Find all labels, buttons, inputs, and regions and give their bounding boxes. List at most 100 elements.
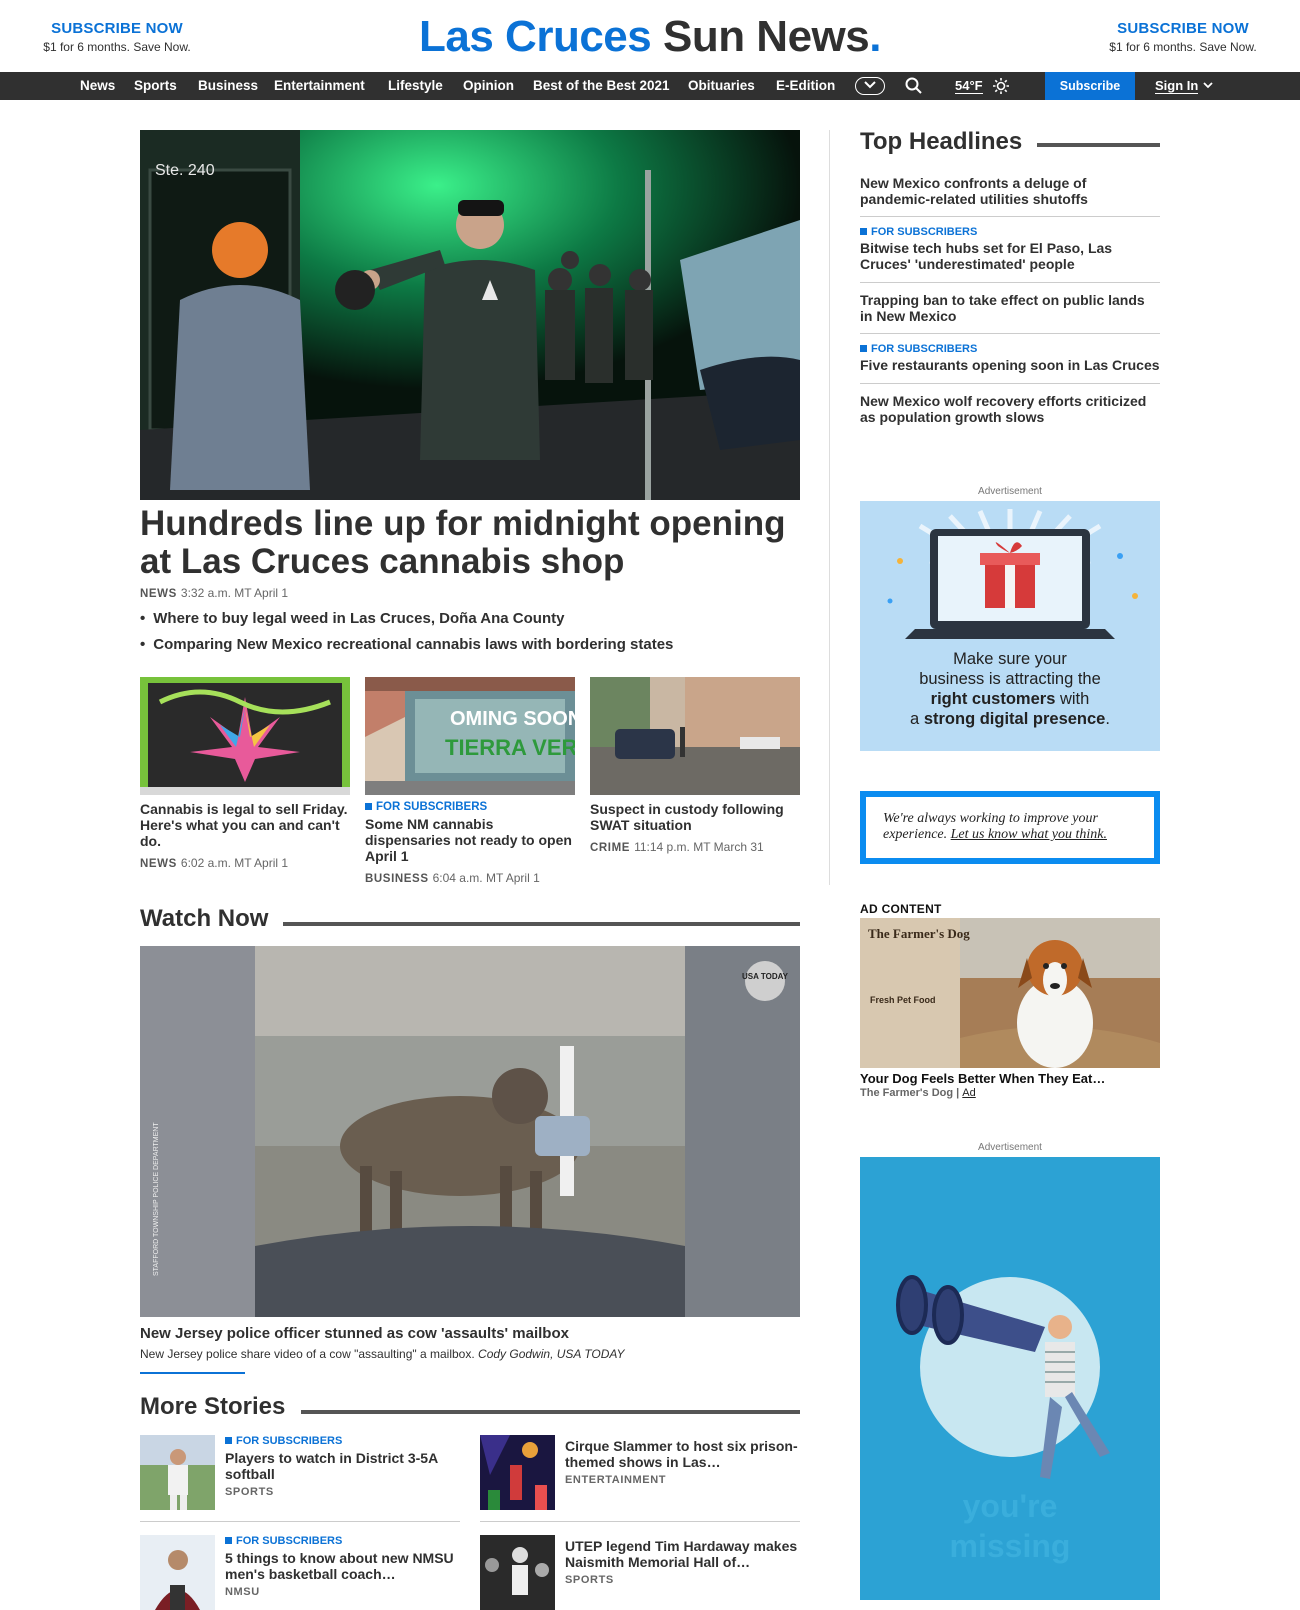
story-thumbnail[interactable] xyxy=(480,1535,555,1610)
ad-content-title[interactable]: Your Dog Feels Better When They Eat… xyxy=(860,1071,1160,1086)
nav-item-news[interactable]: News xyxy=(80,78,115,93)
story-thumbnail[interactable] xyxy=(590,677,800,795)
headline-separator xyxy=(860,383,1160,384)
story-title[interactable]: Some NM cannabis dispensaries not ready … xyxy=(365,816,575,864)
advertisement-banner[interactable]: you're missing xyxy=(860,1157,1160,1600)
video-credit: Cody Godwin, USA TODAY xyxy=(478,1347,625,1361)
story-category[interactable]: SPORTS xyxy=(225,1486,460,1498)
advertisement-label: Advertisement xyxy=(978,1142,1042,1153)
story-thumbnail[interactable]: OMING SOON TIERRA VERDES xyxy=(365,677,575,795)
related-link[interactable]: Comparing New Mexico recreational cannab… xyxy=(140,636,800,653)
sun-icon[interactable] xyxy=(992,77,1010,95)
sign-in-link[interactable]: Sign In xyxy=(1155,78,1199,94)
nav-item-e-edition[interactable]: E-Edition xyxy=(776,78,835,93)
section-rule xyxy=(283,922,800,926)
story-category[interactable]: NMSU xyxy=(225,1586,460,1598)
ad-content-label: AD CONTENT xyxy=(860,902,942,916)
feedback-link[interactable]: Let us know what you think. xyxy=(951,827,1107,842)
subscribe-promo-title[interactable]: SUBSCRIBE NOW xyxy=(1093,20,1273,37)
subscribe-promo-right[interactable]: SUBSCRIBE NOW $1 for 6 months. Save Now. xyxy=(1093,20,1273,54)
advertisement-copy: Make sure your business is attracting th… xyxy=(910,650,1110,728)
video-watermark: STAFFORD TOWNSHIP POLICE DEPARTMENT xyxy=(153,1122,160,1276)
story-tag[interactable]: BUSINESS xyxy=(365,873,429,885)
subscribe-promo-subtitle[interactable]: $1 for 6 months. Save Now. xyxy=(1093,40,1273,54)
nav-item-entertainment[interactable]: Entertainment xyxy=(274,78,380,93)
nav-item-opinion[interactable]: Opinion xyxy=(463,78,514,93)
watch-now-heading: Watch Now xyxy=(140,905,269,932)
section-rule xyxy=(301,1410,800,1414)
weather-temp[interactable]: 54°F xyxy=(955,78,983,94)
story-title[interactable]: Cannabis is legal to sell Friday. Here's… xyxy=(140,801,350,849)
story-card[interactable]: Cannabis is legal to sell Friday. Here's… xyxy=(140,677,350,870)
story-tag[interactable]: CRIME xyxy=(590,842,630,854)
subscribe-button[interactable]: Subscribe xyxy=(1045,72,1135,100)
nav-item-business[interactable]: Business xyxy=(198,78,258,93)
more-story-item[interactable]: UTEP legend Tim Hardaway makes Naismith … xyxy=(480,1535,800,1610)
video-caption: New Jersey police share video of a cow "… xyxy=(140,1347,625,1361)
hero-image[interactable]: Ste. 240 xyxy=(140,130,800,500)
hero-headline[interactable]: Hundreds line up for midnight opening at… xyxy=(140,505,800,581)
headline-title[interactable]: Five restaurants opening soon in Las Cru… xyxy=(860,357,1160,373)
subscriber-badge: FOR SUBSCRIBERS xyxy=(225,1435,460,1447)
pack-text: Fresh Pet Food xyxy=(870,995,936,1005)
story-card[interactable]: Suspect in custody following SWAT situat… xyxy=(590,677,800,854)
nav-item-obituaries[interactable]: Obituaries xyxy=(688,78,755,93)
advertisement-label: Advertisement xyxy=(978,486,1042,497)
headline-item[interactable]: New Mexico confronts a deluge of pandemi… xyxy=(860,175,1160,207)
more-story-item[interactable]: FOR SUBSCRIBERS 5 things to know about n… xyxy=(140,1535,460,1610)
headline-title[interactable]: Bitwise tech hubs set for El Paso, Las C… xyxy=(860,240,1160,272)
story-time: 6:04 a.m. MT April 1 xyxy=(432,871,540,885)
headline-title[interactable]: New Mexico wolf recovery efforts critici… xyxy=(860,393,1160,425)
subscriber-badge: FOR SUBSCRIBERS xyxy=(860,226,1160,238)
usa-today-badge: USA TODAY xyxy=(742,972,789,981)
advertisement-banner[interactable]: Make sure your business is attracting th… xyxy=(860,501,1160,751)
ad-link[interactable]: Ad xyxy=(962,1087,975,1099)
story-thumbnail[interactable] xyxy=(140,1535,215,1610)
related-link[interactable]: Where to buy legal weed in Las Cruces, D… xyxy=(140,610,800,627)
ad-content-image[interactable]: The Farmer's Dog Fresh Pet Food xyxy=(860,918,1160,1068)
column-divider xyxy=(829,130,830,885)
story-title[interactable]: Players to watch in District 3-5A softba… xyxy=(225,1450,460,1482)
headline-item[interactable]: New Mexico wolf recovery efforts critici… xyxy=(860,393,1160,425)
ad2-text: missing xyxy=(950,1528,1071,1564)
story-thumbnail[interactable] xyxy=(480,1435,555,1510)
headline-item[interactable]: Trapping ban to take effect on public la… xyxy=(860,292,1160,324)
nav-item-best-of[interactable]: Best of the Best 2021 xyxy=(533,78,678,93)
more-story-item[interactable]: Cirque Slammer to host six prison-themed… xyxy=(480,1435,800,1511)
story-time: 6:02 a.m. MT April 1 xyxy=(180,856,289,870)
nav-item-sports[interactable]: Sports xyxy=(134,78,177,93)
headline-title[interactable]: New Mexico confronts a deluge of pandemi… xyxy=(860,175,1160,207)
story-category[interactable]: ENTERTAINMENT xyxy=(565,1474,800,1486)
story-title[interactable]: Suspect in custody following SWAT situat… xyxy=(590,801,800,833)
headline-item[interactable]: FOR SUBSCRIBERS Bitwise tech hubs set fo… xyxy=(860,226,1160,272)
headline-separator xyxy=(860,216,1160,217)
hero-time: 3:32 a.m. MT April 1 xyxy=(180,586,289,600)
story-separator xyxy=(140,1521,460,1522)
chevron-down-icon[interactable] xyxy=(1203,82,1213,89)
subscriber-badge: FOR SUBSCRIBERS xyxy=(860,343,1160,355)
story-tag[interactable]: NEWS xyxy=(140,858,177,870)
nav-item-lifestyle[interactable]: Lifestyle xyxy=(388,78,443,93)
story-category[interactable]: SPORTS xyxy=(565,1574,800,1586)
subscriber-badge: FOR SUBSCRIBERS xyxy=(365,801,575,813)
farmers-dog-logo: The Farmer's Dog xyxy=(868,926,970,941)
svg-text:TIERRA VERDES: TIERRA VERDES xyxy=(445,735,575,760)
video-title[interactable]: New Jersey police officer stunned as cow… xyxy=(140,1325,569,1342)
story-title[interactable]: UTEP legend Tim Hardaway makes Naismith … xyxy=(565,1538,800,1570)
headline-title[interactable]: Trapping ban to take effect on public la… xyxy=(860,292,1160,324)
headline-separator xyxy=(860,282,1160,283)
story-title[interactable]: 5 things to know about new NMSU men's ba… xyxy=(225,1550,460,1582)
story-title[interactable]: Cirque Slammer to host six prison-themed… xyxy=(565,1438,800,1470)
svg-text:OMING SOON: OMING SOON xyxy=(450,708,575,730)
headline-separator xyxy=(860,333,1160,334)
story-thumbnail[interactable] xyxy=(140,677,350,795)
search-icon[interactable] xyxy=(905,77,923,95)
subscriber-badge: FOR SUBSCRIBERS xyxy=(225,1535,460,1547)
hero-tag[interactable]: NEWS xyxy=(140,588,177,600)
video-player[interactable]: USA TODAY STAFFORD TOWNSHIP POLICE DEPAR… xyxy=(140,946,800,1317)
headline-item[interactable]: FOR SUBSCRIBERS Five restaurants opening… xyxy=(860,343,1160,373)
nav-more-button[interactable] xyxy=(855,77,885,95)
more-story-item[interactable]: FOR SUBSCRIBERS Players to watch in Dist… xyxy=(140,1435,460,1511)
story-thumbnail[interactable] xyxy=(140,1435,215,1510)
story-card[interactable]: OMING SOON TIERRA VERDES FOR SUBSCRIBERS… xyxy=(365,677,575,885)
